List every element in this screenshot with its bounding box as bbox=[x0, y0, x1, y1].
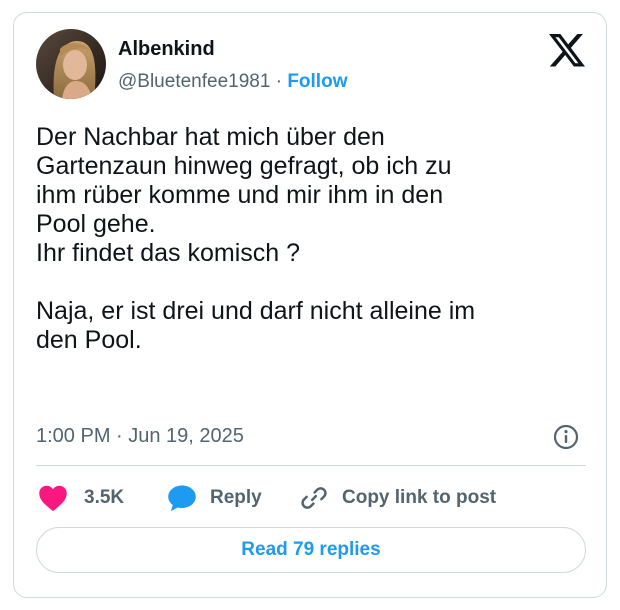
x-logo-icon[interactable] bbox=[549, 34, 585, 68]
separator-dot: · bbox=[275, 71, 283, 92]
like-count: 3.5K bbox=[84, 487, 125, 508]
follow-button[interactable]: Follow bbox=[287, 71, 347, 92]
link-icon bbox=[301, 487, 327, 509]
author-handle[interactable]: @Bluetenfee1981 bbox=[118, 71, 270, 92]
like-button[interactable]: 3.5K bbox=[38, 482, 124, 514]
tweet-timestamp[interactable]: 1:00 PM · Jun 19, 2025 bbox=[36, 424, 244, 448]
reply-button[interactable]: Reply bbox=[167, 482, 262, 514]
reply-label: Reply bbox=[210, 487, 262, 508]
heart-icon bbox=[39, 485, 67, 512]
divider bbox=[36, 465, 586, 466]
avatar-image bbox=[36, 29, 106, 99]
speech-bubble-icon bbox=[168, 485, 196, 512]
info-icon[interactable] bbox=[552, 423, 580, 451]
author-display-name[interactable]: Albenkind bbox=[118, 37, 215, 61]
avatar[interactable] bbox=[36, 29, 106, 99]
copy-link-label: Copy link to post bbox=[342, 487, 497, 508]
copy-link-button[interactable]: Copy link to post bbox=[299, 482, 496, 514]
author-handle-row: @Bluetenfee1981 · Follow bbox=[118, 70, 347, 94]
tweet-card: Albenkind @Bluetenfee1981 · Follow Der N… bbox=[13, 12, 607, 598]
read-replies-button[interactable]: Read 79 replies bbox=[36, 527, 586, 573]
tweet-text: Der Nachbar hat mich über den Gartenzaun… bbox=[36, 123, 476, 354]
